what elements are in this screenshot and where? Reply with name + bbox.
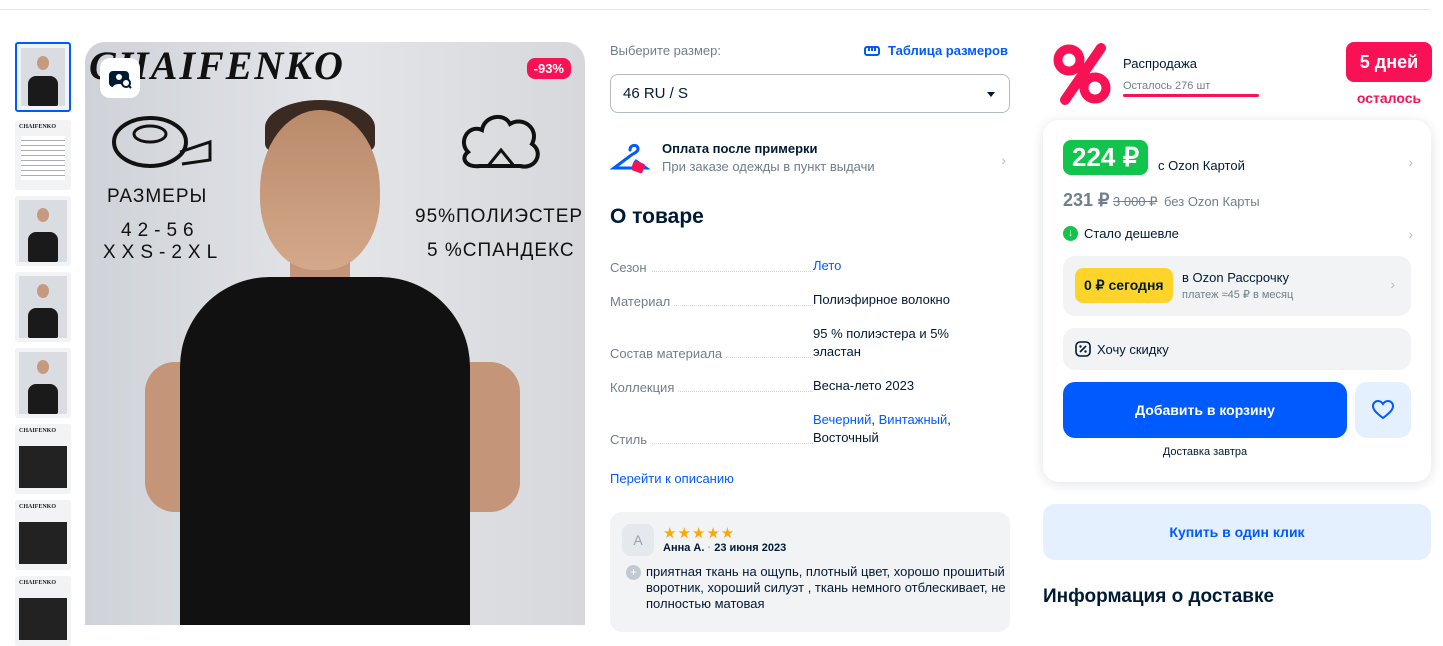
price-dropped-row[interactable]: ↓ Стало дешевле	[1063, 226, 1179, 241]
heart-icon	[1372, 400, 1394, 420]
installment-badge: 0 ₽ сегодня	[1075, 268, 1173, 303]
review-date: 23 июня 2023	[714, 542, 787, 554]
model-head	[260, 110, 380, 270]
spec-row-season: Сезон Лето	[610, 257, 1010, 275]
chevron-right-icon: ›	[1390, 276, 1395, 292]
review-author: Анна А.	[663, 542, 705, 554]
size-table-label: Таблица размеров	[888, 43, 1008, 58]
with-card-label: с Ozon Картой	[1158, 158, 1245, 173]
buy-one-click-button[interactable]: Купить в один клик	[1043, 504, 1431, 560]
spec-row-collection: Коллекция Весна-лето 2023	[610, 377, 1010, 395]
days-left-label: осталось	[1356, 90, 1422, 106]
spec-key: Сезон	[610, 260, 651, 275]
review-text-block: + приятная ткань на ощупь, плотный цвет,…	[626, 564, 1021, 612]
thumbnail-6[interactable]: CHAIFENKO	[15, 424, 71, 494]
sale-remaining: Осталось 276 шт	[1123, 80, 1211, 92]
want-discount-label: Хочу скидку	[1097, 341, 1169, 357]
spec-key: Состав материала	[610, 346, 727, 361]
size-selected-value: 46 RU / S	[623, 85, 689, 102]
thumbnail-1[interactable]	[15, 42, 71, 112]
model-tshirt	[180, 277, 470, 625]
pay-after-fitting-title: Оплата после примерки	[662, 141, 818, 156]
sizes-range: 42-56	[121, 220, 200, 241]
favorite-button[interactable]	[1355, 382, 1411, 438]
spec-key: Коллекция	[610, 380, 679, 395]
spec-value: Весна-лето 2023	[813, 378, 915, 393]
size-label: Выберите размер:	[610, 43, 721, 58]
old-price: 3 000 ₽	[1113, 194, 1158, 209]
sizes-title: РАЗМЕРЫ	[107, 186, 208, 207]
price-dropped-label: Стало дешевле	[1084, 226, 1179, 241]
cotton-icon	[462, 114, 540, 169]
composition-1: 95%ПОЛИЭСТЕР	[415, 206, 584, 227]
spec-row-composition: Состав материала 95 % полиэстера и 5% эл…	[610, 325, 1010, 361]
chevron-right-icon[interactable]: ›	[1408, 154, 1413, 170]
avatar: А	[622, 524, 654, 556]
thumbnail-2[interactable]: CHAIFENKO	[15, 120, 71, 190]
rating-stars-icon: ★★★★★	[663, 525, 736, 542]
review-text: приятная ткань на ощупь, плотный цвет, х…	[646, 564, 1006, 611]
thumbnail-7[interactable]: CHAIFENKO	[15, 500, 71, 570]
spec-row-style: Стиль Вечерний, Винтажный, Восточный	[610, 412, 951, 447]
want-discount-button[interactable]: Хочу скидку	[1063, 328, 1411, 370]
review-meta: Анна А. · 23 июня 2023	[663, 542, 787, 554]
spec-key: Материал	[610, 294, 675, 309]
add-to-cart-button[interactable]: Добавить в корзину	[1063, 382, 1347, 438]
discount-badge: -93%	[526, 58, 571, 79]
days-badge: 5 дней	[1346, 42, 1432, 82]
price-card: 224 ₽ с Ozon Картой › 231 ₽ 3 000 ₽ без …	[1043, 120, 1431, 482]
size-select[interactable]: 46 RU / S	[610, 74, 1010, 113]
sale-promo[interactable]: Распродажа Осталось 276 шт 5 дней остало…	[1043, 42, 1433, 112]
arrow-down-icon: ↓	[1063, 226, 1078, 241]
installment-title: в Ozon Рассрочку	[1182, 270, 1289, 285]
hanger-icon	[610, 143, 650, 174]
spec-value-link[interactable]: Винтажный	[879, 412, 948, 427]
installment-block[interactable]: 0 ₽ сегодня в Ozon Рассрочку платеж ≈45 …	[1063, 256, 1411, 316]
spec-value: 95 % полиэстера и 5% эластан	[813, 326, 949, 359]
spec-key: Стиль	[610, 432, 651, 447]
thumbnail-8[interactable]: CHAIFENKO	[15, 576, 71, 646]
thumbnail-4[interactable]	[15, 272, 71, 342]
regular-price: 231 ₽	[1063, 190, 1110, 210]
composition-2: 5 %СПАНДЕКС	[427, 240, 575, 261]
chevron-right-icon[interactable]: ›	[1408, 226, 1413, 242]
pay-after-fitting-subtitle: При заказе одежды в пункт выдачи	[662, 159, 875, 174]
goto-description-link[interactable]: Перейти к описанию	[610, 471, 734, 486]
size-table-link[interactable]: Таблица размеров	[864, 43, 1008, 58]
pay-after-fitting-banner[interactable]: Оплата после примерки При заказе одежды …	[610, 138, 1010, 182]
sale-title: Распродажа	[1123, 56, 1197, 71]
spec-value: Полиэфирное волокно	[813, 292, 950, 307]
without-card-label: без Ozon Карты	[1164, 194, 1260, 209]
review-card[interactable]: А ★★★★★ Анна А. · 23 июня 2023 + приятна…	[610, 512, 1010, 632]
spec-value-link[interactable]: Лето	[813, 258, 841, 273]
chevron-right-icon: ›	[1001, 152, 1006, 168]
spec-row-material: Материал Полиэфирное волокно	[610, 291, 1010, 309]
thumbnail-5[interactable]	[15, 348, 71, 418]
ruler-icon	[864, 45, 880, 56]
about-title: О товаре	[610, 205, 704, 228]
product-main-image[interactable]: CHAIFENKO -93% РАЗМЕРЫ 42-56 XXS-2XL 95%…	[85, 42, 585, 625]
delivery-label: Доставка завтра	[1162, 446, 1248, 458]
tape-measure-icon	[112, 116, 212, 168]
thumbnail-3[interactable]	[15, 196, 71, 266]
plus-icon: +	[626, 565, 641, 580]
sizes-letters: XXS-2XL	[103, 242, 224, 263]
spec-value: Восточный	[813, 430, 879, 445]
image-search-icon[interactable]	[100, 58, 140, 98]
spec-value-link[interactable]: Вечерний	[813, 412, 871, 427]
percent-icon	[1053, 43, 1111, 105]
sale-progress-bar	[1123, 94, 1259, 97]
delivery-info-title: Информация о доставке	[1043, 586, 1275, 607]
installment-subtitle: платеж ≈45 ₽ в месяц	[1182, 289, 1294, 301]
chevron-down-icon	[987, 92, 995, 97]
card-price: 224 ₽	[1063, 140, 1149, 175]
discount-tag-icon	[1075, 341, 1091, 357]
top-divider	[0, 9, 1430, 10]
